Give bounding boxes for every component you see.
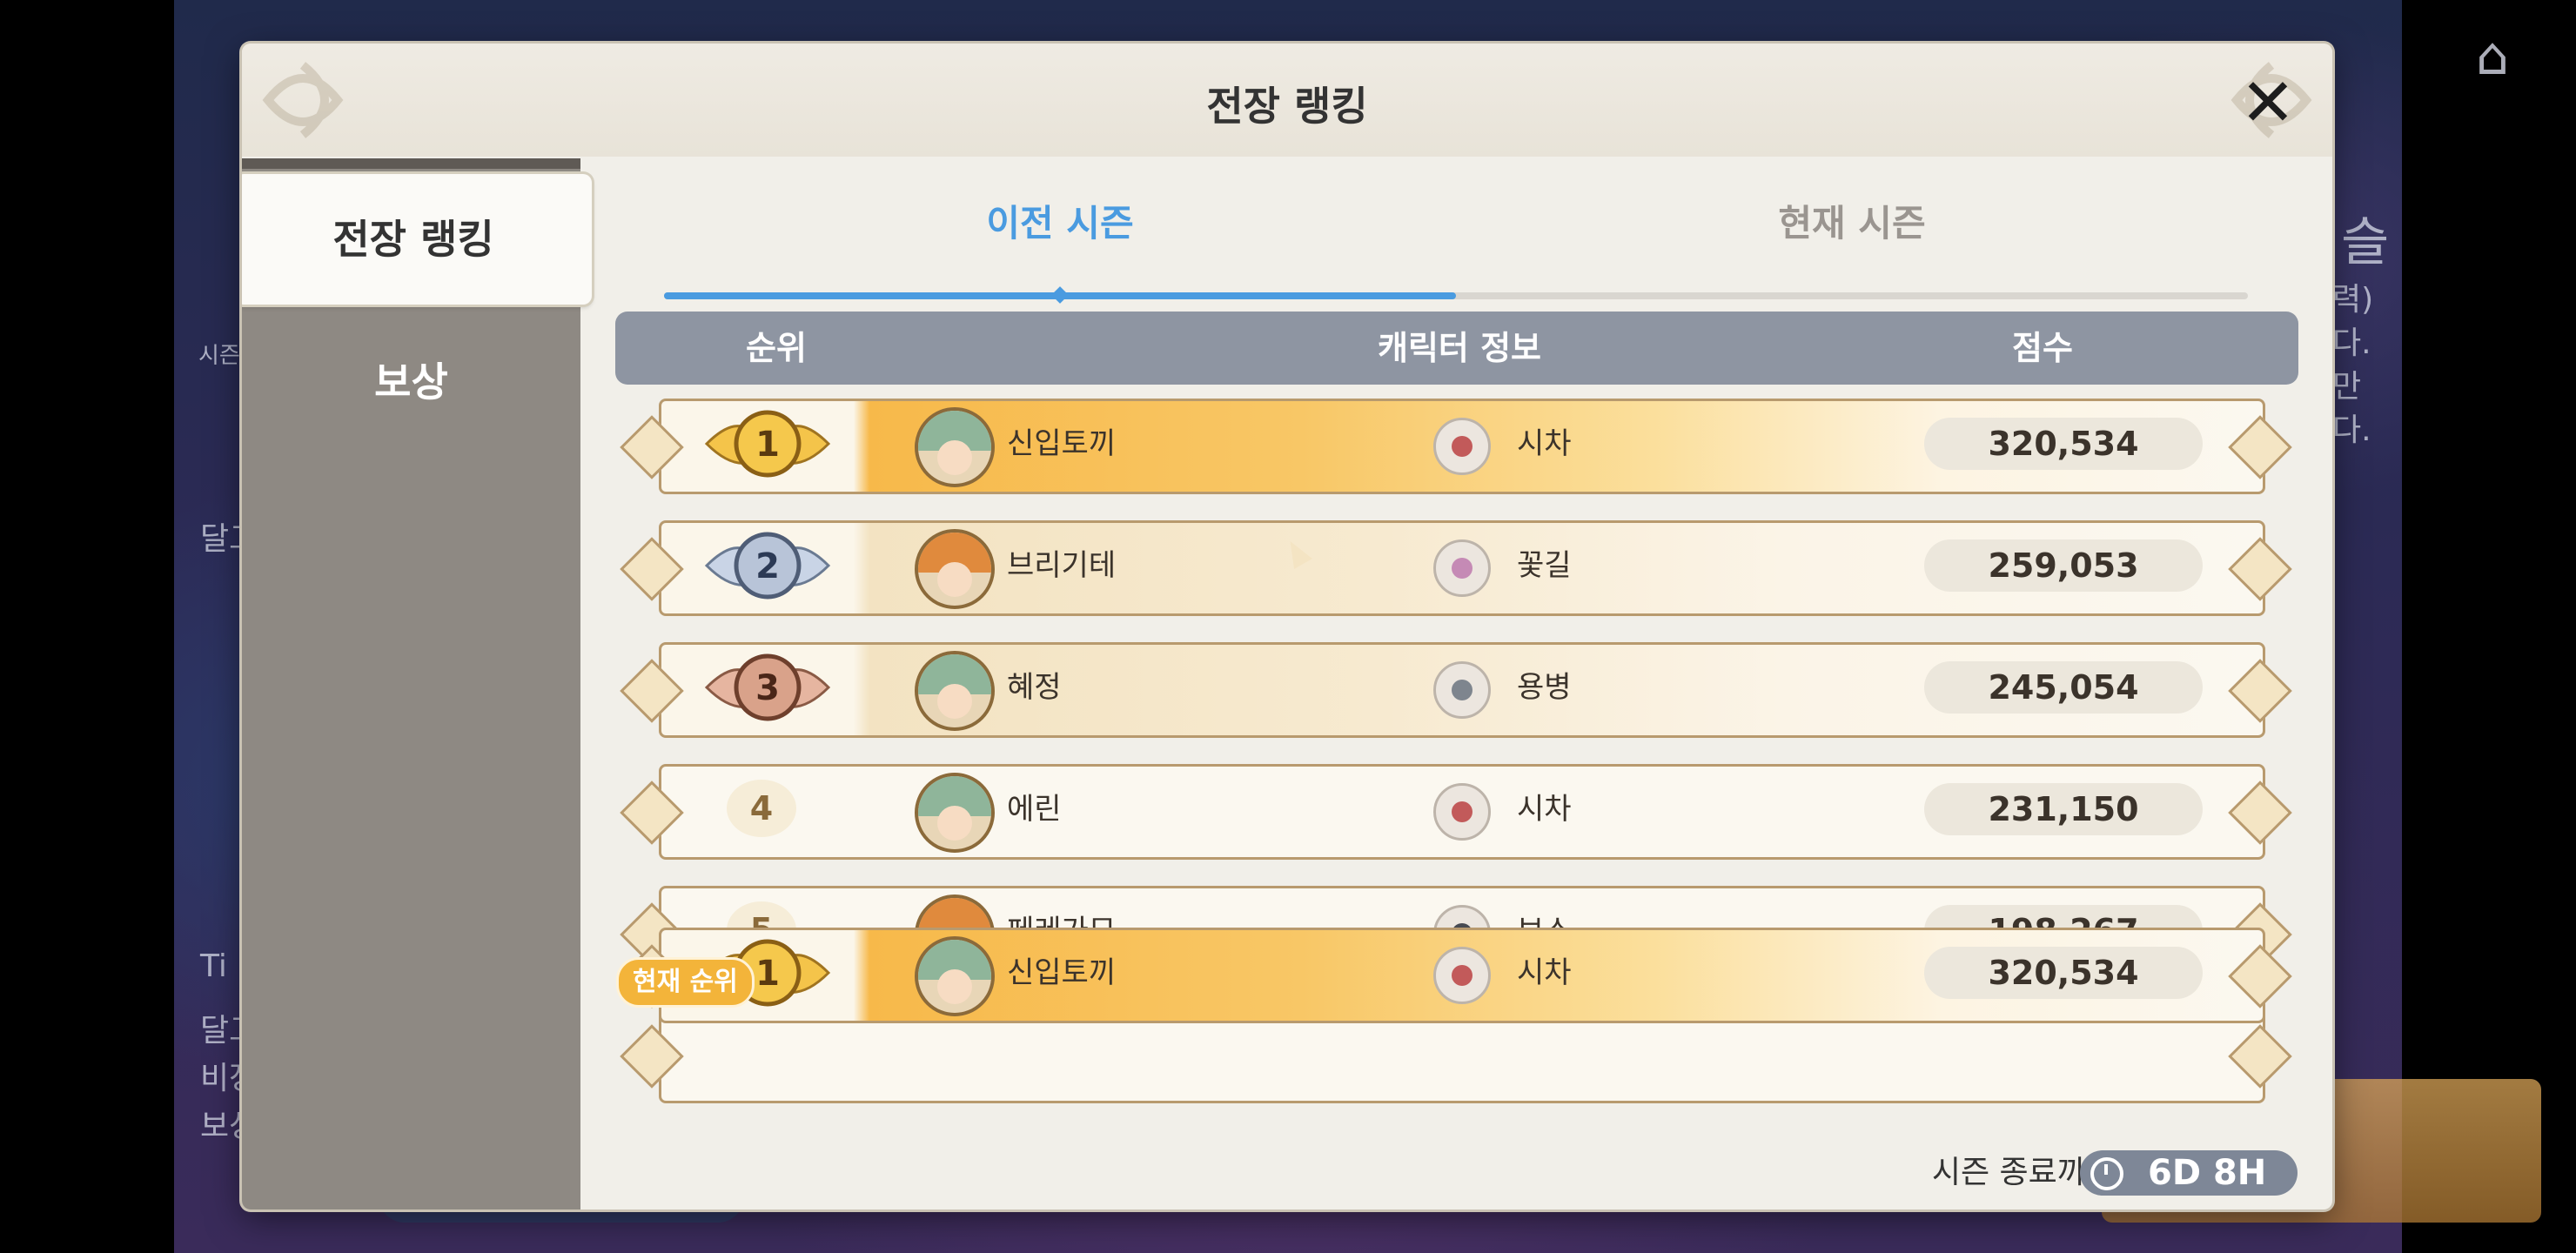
rank-number: 3 [755,668,780,708]
score: 320,534 [1924,947,2203,999]
avatar [915,529,995,609]
avatar [915,773,995,853]
ranking-content: 이전 시즌 현재 시즌 순위 캐릭터 정보 점수 1 신입토끼 시차 320,5… [580,158,2332,1209]
rank-number: 2 [755,546,780,586]
character-name: 신입토끼 [1007,955,1117,990]
sidebar-item-label: 보상 [374,358,448,405]
bg-text: 력) [2332,282,2374,318]
character-name: 에린 [1007,792,1062,827]
class-name: 용병 [1517,670,1572,705]
silver-medal-icon: 2 [704,532,831,600]
header-score: 점수 [2012,329,2073,367]
class-icon [1433,539,1491,597]
score: 245,054 [1924,661,2203,714]
timer-value: 6D 8H [2148,1153,2267,1193]
rank-number: 1 [755,954,780,994]
class-name: 시차 [1517,792,1572,827]
rank-number: 4 [727,780,796,837]
avatar [915,407,995,487]
table-row[interactable]: 1 신입토끼 시차 320,534 [620,393,2295,494]
sidebar-item-label: 전장 랭킹 [332,216,494,263]
score: 320,534 [1924,418,2203,470]
header-rank: 순위 [746,329,807,367]
close-button[interactable]: ✕ [2233,68,2303,137]
character-name: 혜정 [1007,670,1062,705]
score: 231,150 [1924,783,2203,835]
table-header: 순위 캐릭터 정보 점수 [615,312,2298,385]
character-name: 브리기테 [1007,548,1117,583]
bronze-medal-icon: 3 [704,653,831,721]
bg-text: 다. [2332,325,2371,361]
tab-current-season[interactable]: 현재 시즌 [1456,158,2248,289]
bg-text: 만 [2332,369,2362,405]
table-row[interactable]: 4 에린 시차 231,150 [620,759,2295,860]
home-icon: ⌂ [2476,26,2510,87]
tab-indicator-icon [1051,286,1069,304]
score: 259,053 [1924,539,2203,592]
class-icon [1433,947,1491,1004]
ranking-modal: 전장 랭킹 ✕ 전장 랭킹 보상 이전 시즌 현재 시즌 순위 캐릭터 정보 점… [242,44,2332,1209]
header-character: 캐릭터 정보 [1377,329,1542,367]
class-icon [1433,418,1491,475]
bg-text: 시즌 [198,343,240,369]
class-icon [1433,661,1491,719]
bg-text: Ti [200,948,227,984]
side-nav: 전장 랭킹 보상 [242,158,592,1209]
table-row[interactable]: 3 혜정 용병 245,054 [620,637,2295,738]
tab-previous-season[interactable]: 이전 시즌 [664,158,1456,289]
modal-header: 전장 랭킹 ✕ [242,44,2332,157]
class-icon [1433,783,1491,841]
season-timer: 6D 8H [2080,1150,2298,1196]
current-rank-badge: 현재 순위 [616,957,755,1008]
clock-icon [2090,1157,2123,1190]
sidebar-item-ranking[interactable]: 전장 랭킹 [242,174,592,305]
season-tabs: 이전 시즌 현재 시즌 [664,158,2248,306]
close-icon: ✕ [2240,64,2296,141]
class-name: 꽃길 [1517,548,1572,583]
table-row[interactable]: 2 브리기테 꽃길 259,053 [620,515,2295,616]
bg-text: 슬 [2341,212,2390,273]
modal-title: 전장 랭킹 [1206,83,1368,130]
rank-number: 1 [755,425,780,465]
avatar [915,651,995,731]
current-rank-row[interactable]: 1 신입토끼 시차 320,534 [620,922,2295,1023]
sidebar-item-rewards[interactable]: 보상 [242,317,580,447]
avatar [915,936,995,1016]
gold-medal-icon: 1 [704,410,831,478]
bg-text: 다. [2332,412,2371,448]
character-name: 신입토끼 [1007,426,1117,461]
class-name: 시차 [1517,955,1572,990]
side-nav-bar [242,158,580,169]
class-name: 시차 [1517,426,1572,461]
